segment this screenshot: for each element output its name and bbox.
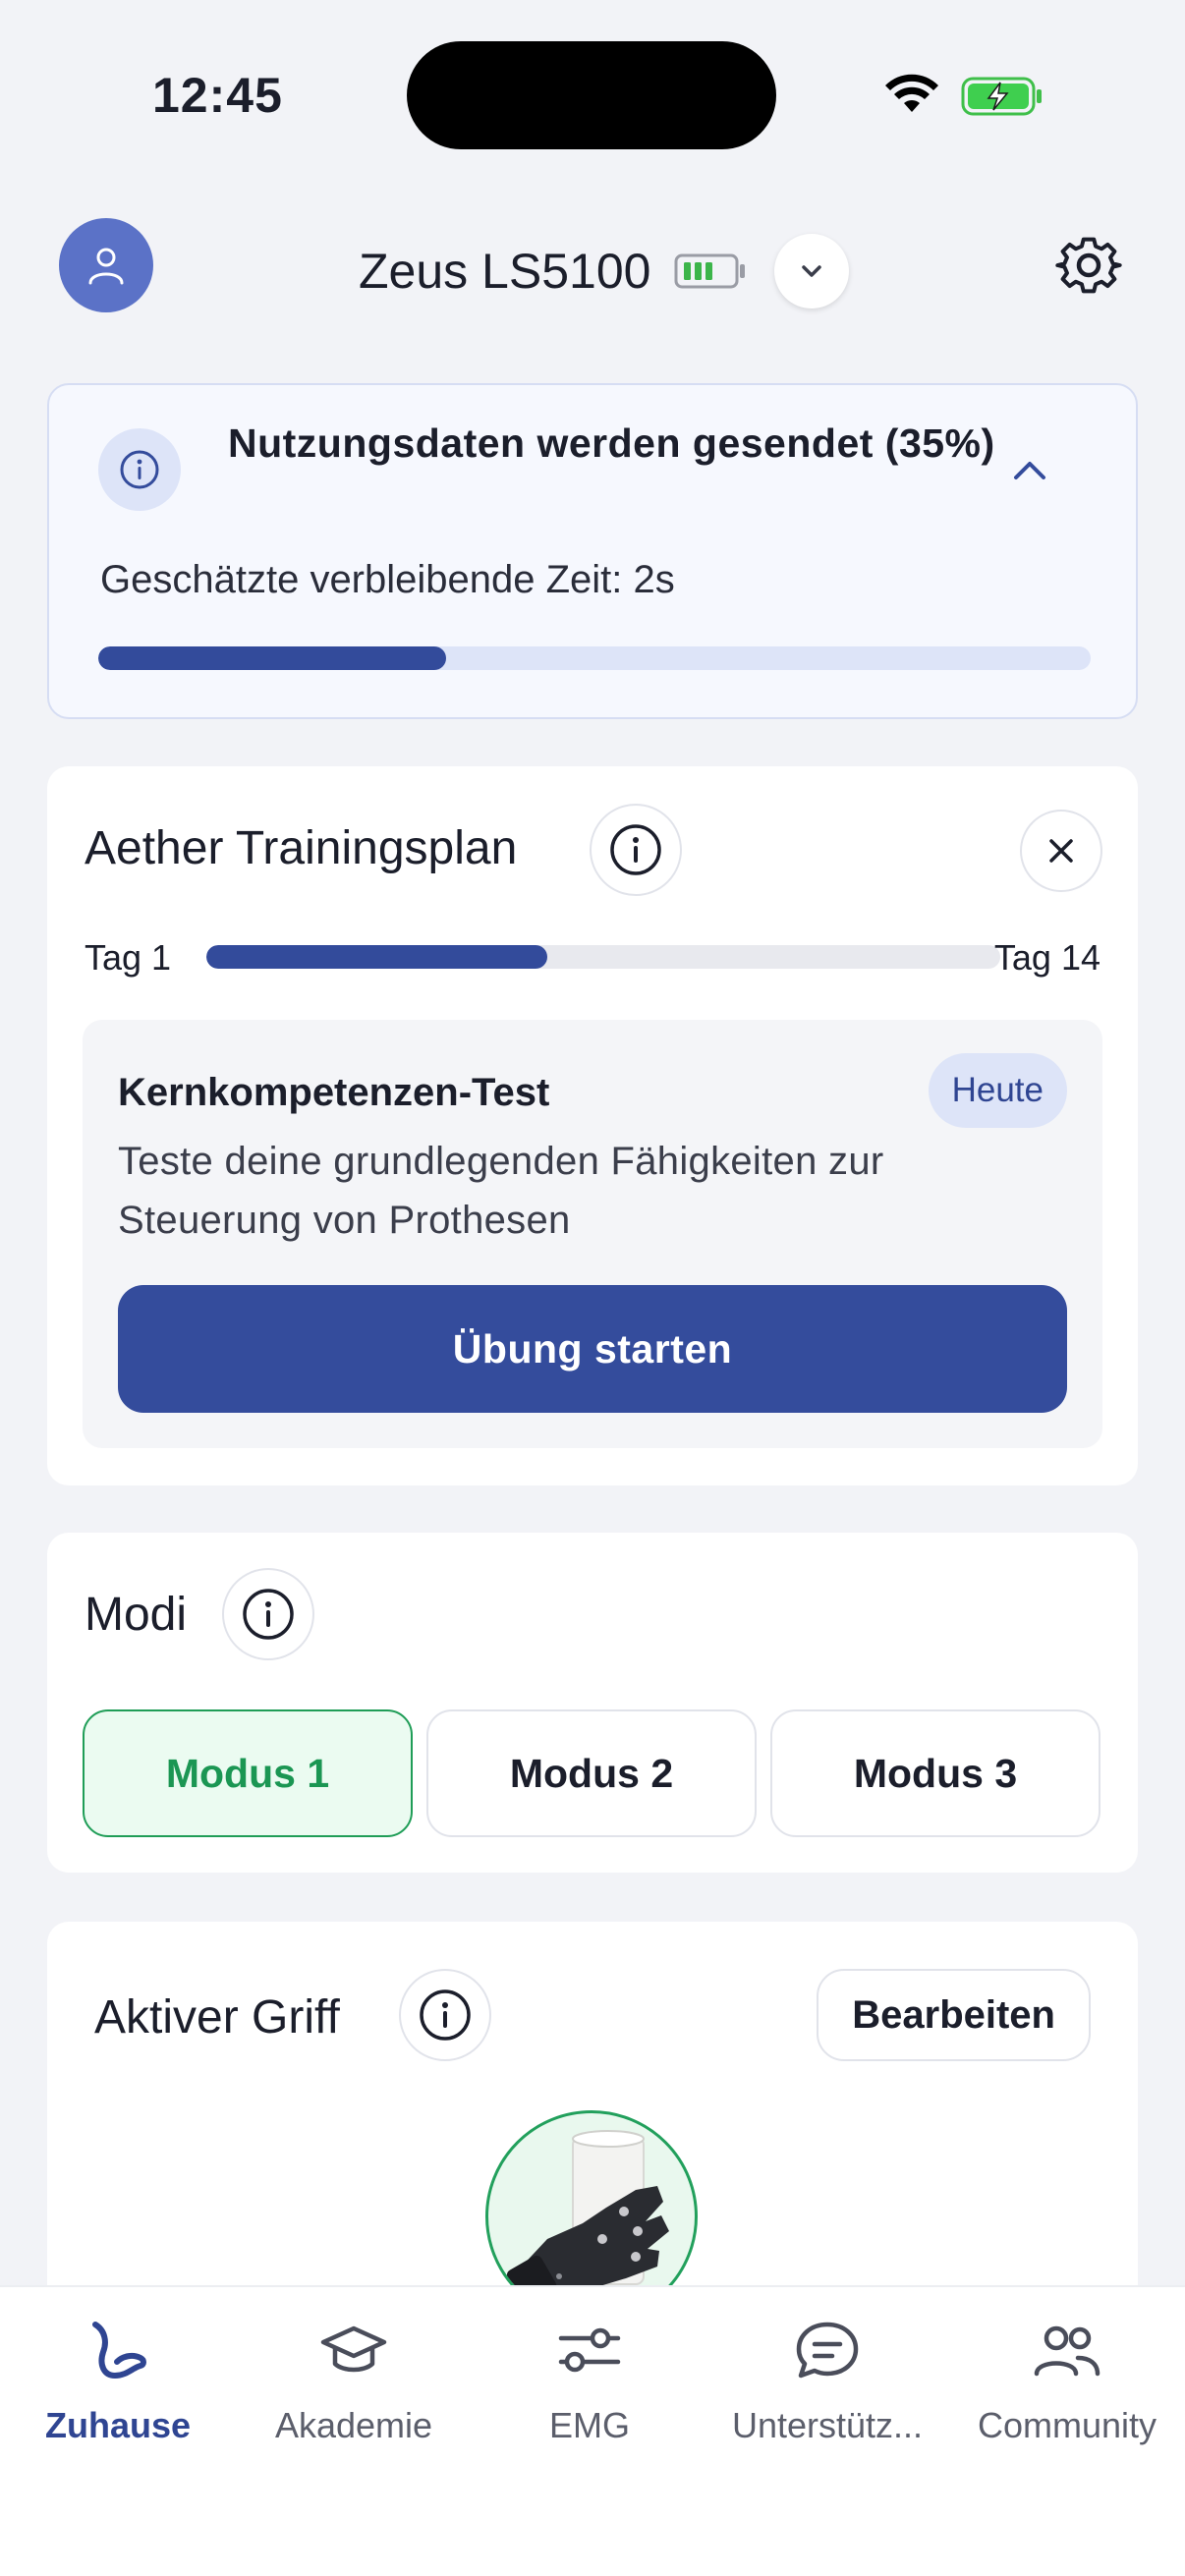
upload-eta: Geschätzte verbleibende Zeit: 2s: [100, 558, 675, 601]
device-name: Zeus LS5100: [359, 244, 651, 299]
status-time: 12:45: [152, 68, 283, 123]
device-battery-icon: [674, 252, 747, 291]
wifi-icon: [885, 74, 938, 112]
modes-title: Modi: [85, 1589, 188, 1641]
info-icon: [420, 1989, 471, 2041]
training-progress-fill: [206, 945, 548, 969]
upload-progress-bar: [98, 646, 1091, 670]
info-icon: [610, 824, 661, 875]
nav-item-emg[interactable]: EMG: [472, 2317, 707, 2446]
user-icon: [88, 248, 124, 285]
nav-item-home[interactable]: Zuhause: [0, 2317, 236, 2446]
nav-label-support: Unterstütz...: [731, 2405, 924, 2445]
nav-label-academy: Akademie: [274, 2405, 433, 2445]
training-info-button[interactable]: [590, 804, 682, 896]
close-icon: [1049, 839, 1073, 863]
nav-label-community: Community: [977, 2405, 1157, 2445]
modes-info-button[interactable]: [222, 1568, 314, 1660]
info-icon: [243, 1589, 294, 1640]
training-plan-card: Aether Trainingsplan Tag 1 Tag 14 Kernko…: [47, 766, 1138, 1485]
training-day-end: Tag 14: [993, 937, 1100, 978]
upload-info-icon: [98, 428, 181, 511]
users-icon: [1034, 2325, 1100, 2377]
edit-grip-button[interactable]: Bearbeiten: [817, 1969, 1091, 2061]
device-selector[interactable]: Zeus LS5100: [359, 234, 850, 308]
status-bar: 12:45: [0, 0, 1185, 177]
bottom-navigation: Zuhause Akademie EMG Unterstütz... Commu…: [0, 2285, 1185, 2576]
modes-card: Modi Modus 1 Modus 2 Modus 3: [47, 1533, 1138, 1873]
home-arm-icon: [92, 2322, 146, 2379]
upload-progress-fill: [98, 646, 446, 670]
mode-1-button[interactable]: Modus 1: [83, 1709, 413, 1837]
training-close-button[interactable]: [1020, 810, 1102, 892]
profile-avatar-button[interactable]: [59, 218, 153, 312]
dynamic-island: [407, 41, 776, 149]
nav-label-emg: EMG: [548, 2405, 630, 2445]
nav-item-support[interactable]: Unterstütz...: [709, 2317, 945, 2446]
sliders-icon: [558, 2327, 621, 2373]
exercise-card: Kernkompetenzen-Test Heute Teste deine g…: [83, 1020, 1102, 1448]
training-title: Aether Trainingsplan: [85, 822, 518, 874]
exercise-title: Kernkompetenzen-Test: [118, 1071, 550, 1114]
start-exercise-button[interactable]: Übung starten: [118, 1285, 1067, 1413]
nav-label-home: Zuhause: [44, 2405, 192, 2445]
grip-info-button[interactable]: [399, 1969, 491, 2061]
chevron-down-icon: [802, 265, 822, 277]
training-day-start: Tag 1: [85, 937, 172, 978]
device-dropdown-button[interactable]: [774, 234, 850, 308]
chevron-up-icon[interactable]: [1008, 450, 1051, 493]
battery-charging-icon: [961, 77, 1042, 116]
graduation-cap-icon: [320, 2325, 387, 2373]
settings-gear-icon[interactable]: [1053, 230, 1124, 301]
mode-2-button[interactable]: Modus 2: [426, 1709, 757, 1837]
nav-item-community[interactable]: Community: [949, 2317, 1185, 2446]
mode-3-button[interactable]: Modus 3: [770, 1709, 1100, 1837]
exercise-description: Teste deine grundlegenden Fähigkeiten zu…: [118, 1140, 884, 1242]
upload-status-card: Nutzungsdaten werden gesendet (35%) Gesc…: [47, 383, 1138, 719]
nav-item-academy[interactable]: Akademie: [236, 2317, 472, 2446]
mode-selector: Modus 1 Modus 2 Modus 3: [83, 1709, 1100, 1837]
active-grip-title: Aktiver Griff: [94, 1991, 340, 2044]
chat-icon: [796, 2322, 859, 2379]
training-progress-bar: [206, 945, 1000, 969]
exercise-today-badge: Heute: [928, 1053, 1067, 1128]
upload-title: Nutzungsdaten werden gesendet (35%): [228, 420, 995, 466]
